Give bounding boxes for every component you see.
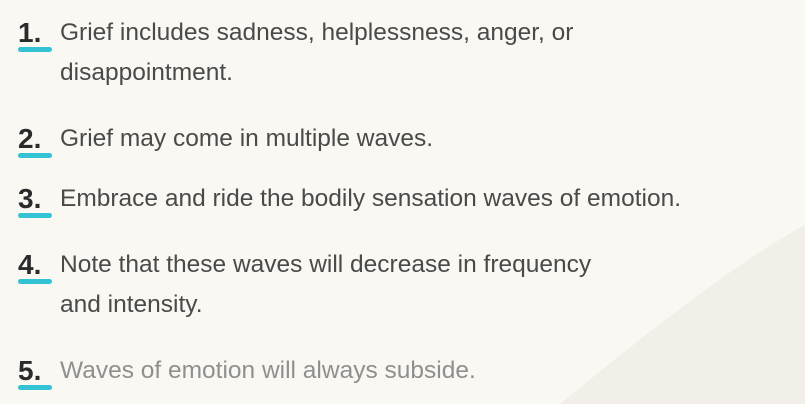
list-item-2: 2. Grief may come in multiple waves. [18, 120, 433, 158]
item-text-2: Grief may come in multiple waves. [60, 125, 434, 152]
list-item-5: 5. Waves of emotion will always subside. [18, 352, 476, 390]
list-item-3: 3. Embrace and ride the bodily sensation… [18, 180, 681, 218]
item-text-1: Grief includes sadness, helplessness, an… [60, 19, 574, 86]
number-underline [18, 47, 52, 52]
item-number-2: 2. [18, 120, 60, 158]
item-number-3: 3. [18, 180, 60, 218]
number-underline [18, 213, 52, 218]
item-text-3: Embrace and ride the bodily sensation wa… [60, 185, 682, 212]
list-item-1: 1. Grief includes sadness, helplessness,… [18, 14, 573, 92]
item-text-4: Note that these waves will decrease in f… [60, 251, 592, 318]
list-item-4: 4. Note that these waves will decrease i… [18, 246, 591, 324]
number-underline [18, 385, 52, 390]
number-underline [18, 279, 52, 284]
item-number-5: 5. [18, 352, 60, 390]
item-text-5: Waves of emotion will always subside. [60, 357, 476, 384]
item-number-1: 1. [18, 14, 60, 52]
item-number-4: 4. [18, 246, 60, 284]
number-underline [18, 153, 52, 158]
